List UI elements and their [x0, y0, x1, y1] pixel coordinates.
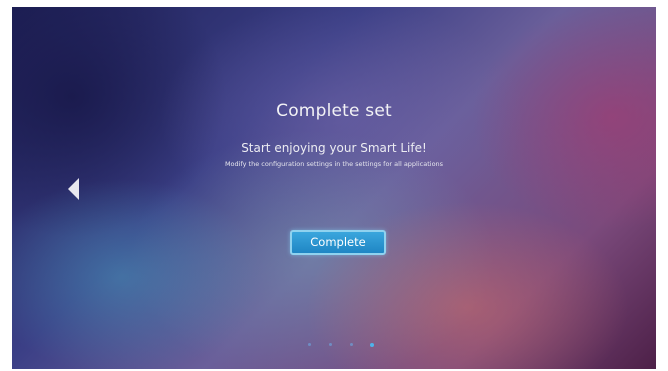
setup-screen: Complete set Start enjoying your Smart L…: [12, 7, 656, 369]
complete-button[interactable]: Complete: [290, 230, 386, 255]
back-arrow-icon[interactable]: [68, 178, 79, 200]
page-indicator: [302, 342, 382, 349]
page-dot: [350, 343, 353, 346]
page-dot: [308, 343, 311, 346]
page-title: Complete set: [276, 101, 392, 121]
page-dot-active: [370, 342, 374, 347]
page-description: Modify the configuration settings in the…: [224, 160, 444, 168]
page-subtitle: Start enjoying your Smart Life!: [241, 141, 427, 155]
page-dot: [329, 343, 332, 346]
